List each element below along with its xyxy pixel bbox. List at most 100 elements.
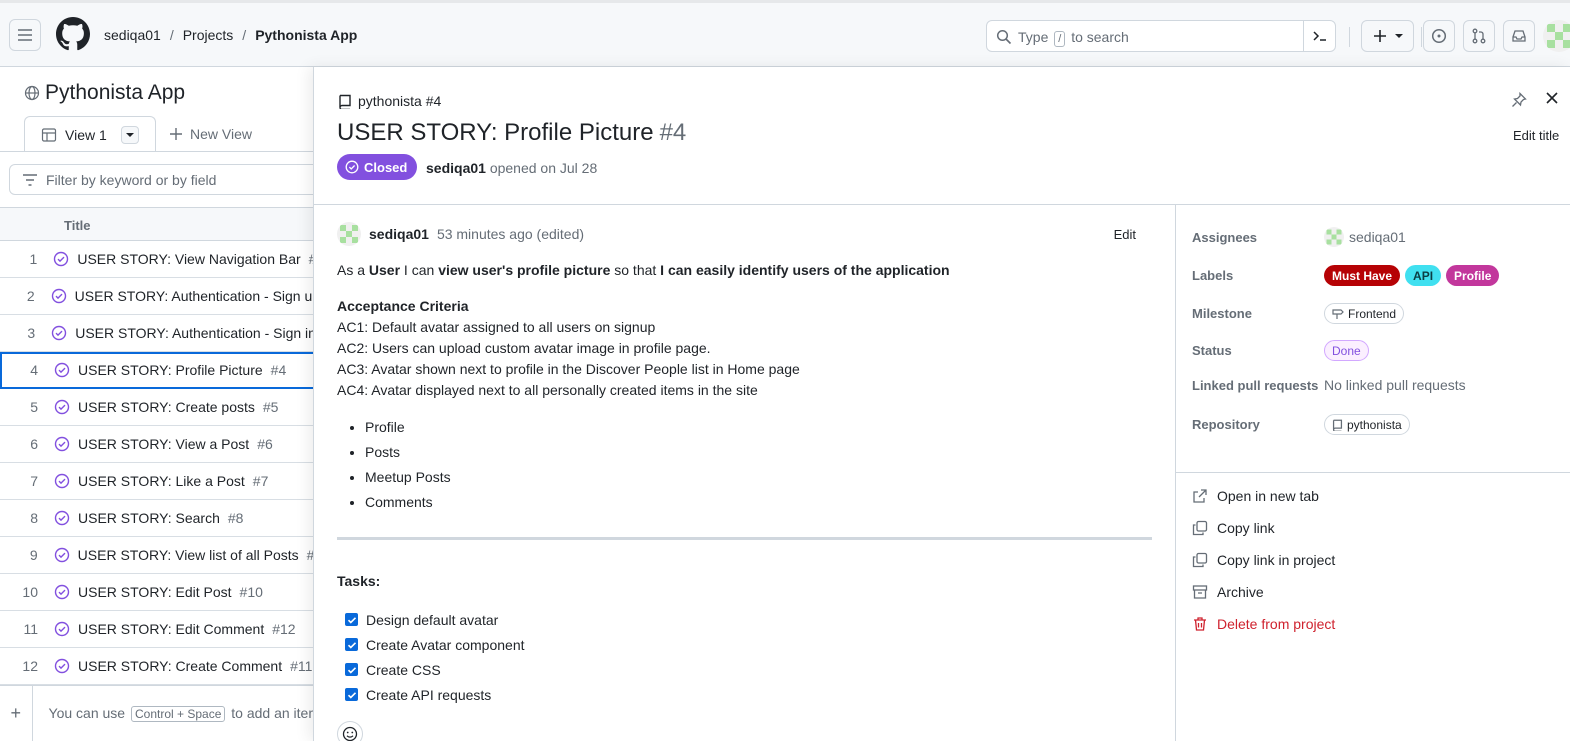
table-row[interactable]: 3 USER STORY: Authentication - Sign in#3 — [0, 315, 320, 352]
row-title[interactable]: USER STORY: View Navigation Bar#1 — [77, 251, 320, 267]
row-title[interactable]: USER STORY: View a Post #6 — [78, 436, 273, 452]
github-logo-icon[interactable] — [56, 17, 90, 51]
row-title[interactable]: USER STORY: Edit Comment #12 — [78, 621, 296, 637]
closed-issue-icon — [54, 658, 70, 674]
menu-button[interactable] — [9, 19, 41, 51]
pull-requests-button[interactable] — [1463, 20, 1495, 52]
row-title[interactable]: USER STORY: Like a Post #7 — [78, 473, 268, 489]
repository-row[interactable]: Repository pythonista — [1192, 414, 1410, 435]
column-title[interactable]: Title — [64, 218, 91, 233]
create-new-button[interactable] — [1361, 20, 1414, 52]
new-view-label: New View — [190, 126, 252, 142]
acceptance-criterion: AC3: Avatar shown next to profile in the… — [337, 361, 800, 377]
table-row[interactable]: 8 USER STORY: Search #8 — [0, 500, 320, 537]
milestone-row[interactable]: Milestone Frontend — [1192, 303, 1405, 324]
closed-issue-icon — [54, 621, 70, 637]
user-story-text: As a User I can view user's profile pict… — [337, 261, 1152, 279]
command-palette-button[interactable] — [1303, 21, 1335, 51]
table-row[interactable]: 2 USER STORY: Authentication - Sign up#2 — [0, 278, 320, 315]
avatar[interactable] — [1543, 20, 1570, 52]
task-checkbox[interactable] — [345, 638, 358, 651]
repo-reference[interactable]: pythonista #4 — [338, 93, 441, 109]
list-item: Posts — [365, 440, 1152, 465]
status-row[interactable]: Status Done — [1192, 340, 1369, 361]
edit-comment-button[interactable]: Edit — [1114, 227, 1136, 242]
breadcrumb-projects[interactable]: Projects — [183, 27, 234, 43]
check-icon — [347, 666, 356, 674]
list-item: Comments — [365, 490, 1152, 515]
linked-pr-row[interactable]: Linked pull requests No linked pull requ… — [1192, 377, 1466, 393]
row-title[interactable]: USER STORY: Edit Post #10 — [78, 584, 263, 600]
table-body: 1 USER STORY: View Navigation Bar#1 2USER … — [0, 241, 320, 685]
task-label: Design default avatar — [366, 611, 499, 628]
inbox-icon — [1512, 30, 1526, 42]
row-title[interactable]: USER STORY: View list of all Posts#9 — [78, 547, 320, 563]
issues-button[interactable] — [1423, 20, 1455, 52]
table-row[interactable]: 1 USER STORY: View Navigation Bar#1 — [0, 241, 320, 278]
row-number: 1 — [29, 251, 38, 267]
row-title-text: USER STORY: Edit Comment — [78, 621, 265, 637]
inbox-button[interactable] — [1503, 20, 1535, 52]
breadcrumb-owner[interactable]: sediqa01 — [104, 27, 161, 43]
table-row[interactable]: 6 USER STORY: View a Post #6 — [0, 426, 320, 463]
closed-issue-icon — [54, 436, 70, 452]
row-number: 10 — [22, 584, 38, 600]
comment-author[interactable]: sediqa01 — [369, 226, 429, 242]
table-row[interactable]: 9 USER STORY: View list of all Posts#9 — [0, 537, 320, 574]
copy-link-button[interactable]: Copy link — [1192, 520, 1275, 536]
terminal-icon — [1312, 31, 1326, 41]
row-title[interactable]: USER STORY: Authentication - Sign up#2 — [75, 288, 320, 304]
tab-view-1[interactable]: View 1 — [24, 116, 156, 152]
add-item-button[interactable]: + — [0, 686, 33, 741]
issue-author[interactable]: sediqa01 — [426, 160, 486, 176]
comment-timestamp[interactable]: 53 minutes ago (edited) — [437, 226, 584, 242]
table-row[interactable]: 10 USER STORY: Edit Post #10 — [0, 574, 320, 611]
pin-button[interactable] — [1511, 92, 1527, 108]
view-options-button[interactable] — [120, 125, 139, 144]
edit-title-button[interactable]: Edit title — [1513, 128, 1559, 143]
copy-link-in-project-button[interactable]: Copy link in project — [1192, 552, 1335, 568]
row-number: 7 — [30, 473, 38, 489]
breadcrumb-project[interactable]: Pythonista App — [255, 27, 357, 43]
delete-from-project-button[interactable]: Delete from project — [1192, 616, 1335, 632]
hint-prefix: You can use — [48, 705, 126, 721]
table-row[interactable]: 5 USER STORY: Create posts #5 — [0, 389, 320, 426]
table-row[interactable]: 7 USER STORY: Like a Post #7 — [0, 463, 320, 500]
task-item: Design default avatar — [337, 607, 1152, 632]
row-title[interactable]: USER STORY: Authentication - Sign in#3 — [75, 325, 320, 341]
add-item-hint[interactable]: You can use Control + Space to add an it… — [49, 705, 320, 722]
comment-header: sediqa01 53 minutes ago (edited) Edit — [337, 219, 1152, 249]
task-checkbox[interactable] — [345, 688, 358, 701]
row-title[interactable]: USER STORY: Create Comment #11 — [78, 658, 312, 674]
row-title-text: USER STORY: Create posts — [78, 399, 255, 415]
closed-issue-icon — [54, 547, 70, 563]
task-checkbox[interactable] — [345, 663, 358, 676]
row-title[interactable]: USER STORY: Search #8 — [78, 510, 243, 526]
archive-button[interactable]: Archive — [1192, 584, 1264, 600]
assignees-row[interactable]: Assignees sediqa01 — [1192, 227, 1406, 247]
filter-input[interactable]: Filter by keyword or by field — [9, 164, 329, 195]
issue-number: #4 — [659, 119, 687, 146]
closed-issue-icon — [54, 473, 70, 489]
labels-row[interactable]: Labels Must Have API Profile — [1192, 265, 1500, 286]
row-title[interactable]: USER STORY: Create posts #5 — [78, 399, 278, 415]
issue-side-panel: pythonista #4 USER STORY: Profile Pictur… — [313, 67, 1570, 741]
table-row[interactable]: 4 USER STORY: Profile Picture #4 — [0, 352, 320, 389]
acceptance-criterion: AC2: Users can upload custom avatar imag… — [337, 340, 711, 356]
row-number: 8 — [30, 510, 38, 526]
search-input[interactable]: Type / to search — [986, 20, 1336, 52]
add-reaction-button[interactable] — [337, 721, 363, 741]
avatar[interactable] — [337, 222, 361, 246]
new-view-button[interactable]: New View — [170, 126, 252, 142]
plus-icon — [1373, 30, 1386, 42]
row-title[interactable]: USER STORY: Profile Picture #4 — [78, 362, 286, 378]
close-button[interactable] — [1545, 91, 1559, 105]
table-row[interactable]: 12 USER STORY: Create Comment #11 — [0, 648, 320, 685]
table-row[interactable]: 11 USER STORY: Edit Comment #12 — [0, 611, 320, 648]
task-checkbox[interactable] — [345, 613, 358, 626]
story-bold: I can easily identify users of the appli… — [660, 262, 950, 278]
open-in-new-tab-button[interactable]: Open in new tab — [1192, 488, 1319, 504]
closed-issue-icon — [51, 325, 67, 341]
action-label: Delete from project — [1217, 616, 1336, 632]
closed-issue-icon — [51, 288, 67, 304]
